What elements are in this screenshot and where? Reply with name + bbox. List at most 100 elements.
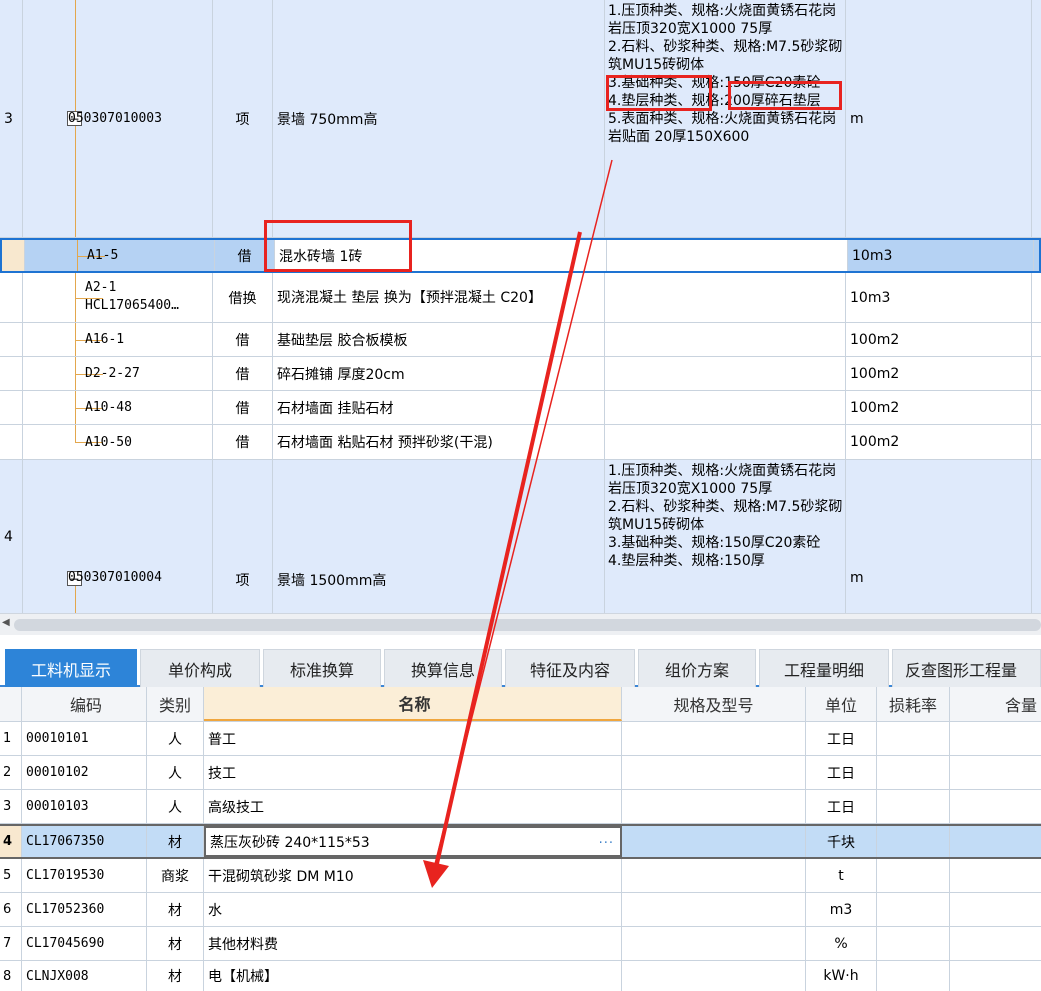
resource-category: 人	[147, 790, 204, 823]
col-header-unit[interactable]: 单位	[806, 687, 877, 721]
quota-type: 借换	[213, 273, 273, 322]
table-row-a16-1[interactable]: A16-1 借 基础垫层 胶合板模板 100m2	[0, 323, 1041, 357]
table-row-a10-48[interactable]: A10-48 借 石材墙面 挂贴石材 100m2	[0, 391, 1041, 425]
table-row[interactable]: 8 CLNJX008 材 电【机械】 kW·h	[0, 961, 1041, 991]
quota-code: A16-1	[85, 332, 125, 347]
resource-unit: 工日	[806, 790, 877, 823]
row-index: 3	[0, 790, 22, 823]
quota-code-replaced: HCL17065400…	[85, 298, 179, 313]
table-row-a2-1[interactable]: A2-1 HCL17065400… 借换 现浇混凝土 垫层 换为【预拌混凝土 C…	[0, 273, 1041, 323]
resource-category: 材	[147, 826, 204, 857]
table-row-item-4[interactable]: 4 − 050307010004 项 景墙 1500mm高 1.压顶种类、规格:…	[0, 460, 1041, 613]
resource-code: CL17067350	[22, 826, 147, 857]
quota-code: A1-5	[87, 248, 119, 263]
quota-type: 借	[213, 391, 273, 424]
table-row-a1-5[interactable]: A1-5 借 混水砖墙 1砖 10m3	[0, 238, 1041, 273]
item-features: 1.压顶种类、规格:火烧面黄锈石花岗岩压顶320宽X1000 75厚 2.石料、…	[608, 463, 843, 569]
quota-name: 基础垫层 胶合板模板	[273, 323, 605, 356]
table-row[interactable]: 5 CL17019530 商浆 干混砌筑砂浆 DM M10 t	[0, 859, 1041, 893]
table-row-item-3[interactable]: 3 − 050307010003 项 景墙 750mm高 1.压顶种类、规格:火…	[0, 0, 1041, 238]
col-header-name[interactable]: 名称	[204, 687, 622, 721]
quota-unit: 100m2	[846, 391, 1032, 424]
tab-features-content[interactable]: 特征及内容	[505, 649, 635, 687]
more-options-icon[interactable]: ···	[599, 836, 614, 851]
row-index: 5	[0, 859, 22, 892]
table-row[interactable]: 6 CL17052360 材 水 m3	[0, 893, 1041, 927]
col-header-content[interactable]: 含量	[950, 687, 1041, 721]
row-index: 4	[0, 460, 23, 613]
resource-name: 其他材料费	[204, 927, 622, 960]
table-row-selected[interactable]: 4 CL17067350 材 蒸压灰砂砖 240*115*53 ··· 千块	[0, 824, 1041, 859]
highlight-box-mortar	[606, 75, 712, 111]
resource-name: 蒸压灰砂砖 240*115*53	[210, 834, 370, 851]
table-row[interactable]: 1 00010101 人 普工 工日	[0, 722, 1041, 756]
quota-name: 石材墙面 粘贴石材 预拌砂浆(干混)	[273, 425, 605, 459]
resource-code: CLNJX008	[22, 961, 147, 991]
quota-code: A10-50	[85, 434, 132, 450]
table-row[interactable]: 7 CL17045690 材 其他材料费 %	[0, 927, 1041, 961]
item-type: 项	[235, 573, 250, 589]
lower-grid-header: 编码 类别 名称 规格及型号 单位 损耗率 含量	[0, 687, 1041, 722]
item-name: 景墙 1500mm高	[277, 573, 387, 589]
quota-unit: 100m2	[846, 357, 1032, 390]
item-unit: m	[850, 570, 864, 586]
resource-category: 材	[147, 893, 204, 926]
tab-pricing-scheme[interactable]: 组价方案	[638, 649, 756, 687]
resource-name: 高级技工	[204, 790, 622, 823]
horizontal-scrollbar[interactable]: ◀	[0, 613, 1041, 635]
table-row-a10-50[interactable]: A10-50 借 石材墙面 粘贴石材 预拌砂浆(干混) 100m2	[0, 425, 1041, 460]
col-header-code[interactable]: 编码	[22, 687, 147, 721]
resource-name: 普工	[204, 722, 622, 755]
quota-unit: 10m3	[848, 240, 1034, 271]
item-features: 1.压顶种类、规格:火烧面黄锈石花岗岩压顶320宽X1000 75厚 2.石料、…	[608, 3, 843, 145]
resource-name: 电【机械】	[204, 961, 622, 991]
quota-unit: 10m3	[846, 273, 1032, 322]
item-code: 050307010004	[68, 570, 162, 585]
resource-category: 商浆	[147, 859, 204, 892]
quota-name: 现浇混凝土 垫层 换为【预拌混凝土 C20】	[277, 289, 542, 306]
quota-type: 借	[213, 323, 273, 356]
col-header-spec[interactable]: 规格及型号	[622, 687, 806, 721]
tab-standard-conversion[interactable]: 标准换算	[263, 649, 381, 687]
highlight-box-brick	[728, 81, 842, 110]
tab-unit-price[interactable]: 单价构成	[140, 649, 260, 687]
highlight-box-quota-name	[264, 220, 412, 272]
table-row[interactable]: 2 00010102 人 技工 工日	[0, 756, 1041, 790]
col-header-loss-rate[interactable]: 损耗率	[877, 687, 950, 721]
row-index: 1	[0, 722, 22, 755]
quota-code: A2-1	[85, 280, 117, 295]
row-index: 4	[0, 826, 22, 857]
row-index: 2	[0, 756, 22, 789]
resource-category: 材	[147, 927, 204, 960]
table-row[interactable]: 3 00010103 人 高级技工 工日	[0, 790, 1041, 824]
row-index: 8	[0, 961, 22, 991]
resource-code: CL17045690	[22, 927, 147, 960]
tab-quantity-detail[interactable]: 工程量明细	[759, 649, 889, 687]
quota-code: A10-48	[85, 400, 132, 415]
row-index: 3	[0, 0, 23, 237]
row-index: 7	[0, 927, 22, 960]
resource-unit: 千块	[806, 826, 877, 857]
tab-reverse-lookup-quantity[interactable]: 反查图形工程量	[892, 649, 1041, 687]
quota-unit: 100m2	[846, 323, 1032, 356]
item-name: 景墙 750mm高	[273, 0, 605, 237]
resource-name: 干混砌筑砂浆 DM M10	[204, 859, 622, 892]
resource-code: 00010102	[22, 756, 147, 789]
quota-name: 石材墙面 挂贴石材	[273, 391, 605, 424]
table-row-d2-2-27[interactable]: D2-2-27 借 碎石摊铺 厚度20cm 100m2	[0, 357, 1041, 391]
quota-unit: 100m2	[846, 425, 1032, 459]
quota-type: 借	[213, 357, 273, 390]
scroll-left-icon[interactable]: ◀	[2, 617, 10, 628]
tab-conversion-info[interactable]: 换算信息	[384, 649, 502, 687]
resource-name: 技工	[204, 756, 622, 789]
resource-code: CL17019530	[22, 859, 147, 892]
resource-code: 00010101	[22, 722, 147, 755]
scrollbar-thumb[interactable]	[14, 619, 1041, 631]
resource-unit: 工日	[806, 722, 877, 755]
resource-category: 材	[147, 961, 204, 991]
tab-labor-material-machine[interactable]: 工料机显示	[5, 649, 137, 687]
quota-code: D2-2-27	[85, 366, 140, 381]
resource-category: 人	[147, 722, 204, 755]
item-code: 050307010003	[68, 111, 162, 126]
col-header-category[interactable]: 类别	[147, 687, 204, 721]
